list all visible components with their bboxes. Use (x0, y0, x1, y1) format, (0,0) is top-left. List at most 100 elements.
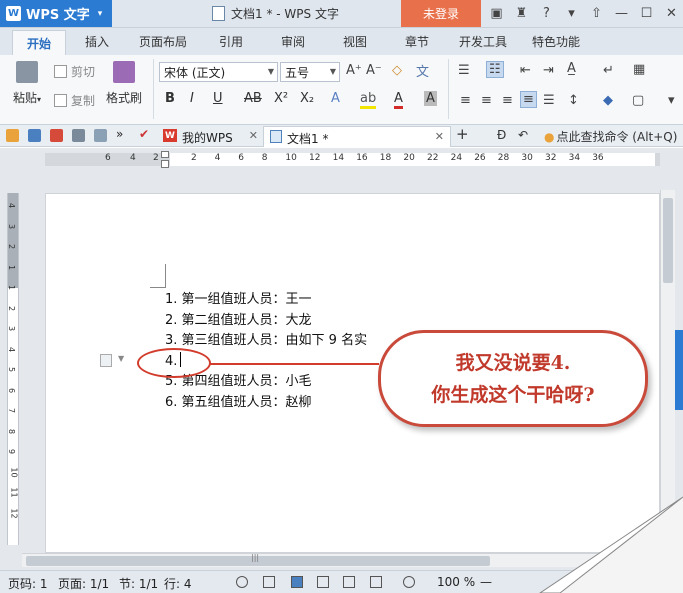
export-pdf-icon[interactable] (50, 129, 63, 142)
text-effect-icon[interactable]: A (331, 91, 340, 106)
indent-marker[interactable] (161, 160, 169, 168)
close-tab-icon[interactable]: ✕ (435, 130, 444, 143)
scroll-thumb[interactable] (663, 198, 673, 283)
underline-icon[interactable]: U (213, 91, 223, 106)
highlight-icon[interactable]: ab (360, 91, 377, 109)
status-section[interactable]: 节: 1/1 (119, 575, 158, 592)
shirt-icon[interactable]: ♜ (509, 6, 534, 21)
vertical-ruler[interactable]: 4 3 2 1 1 2 3 4 5 6 7 8 9 10 11 12 (7, 193, 19, 545)
login-button[interactable]: 未登录 (401, 0, 481, 27)
tab-my-wps[interactable]: W 我的WPS ✕ (157, 126, 264, 147)
web-view-icon[interactable] (343, 576, 355, 588)
horizontal-ruler[interactable]: 6 4 2 2 4 6 8 10 12 14 16 18 20 22 24 26 28 30 32 34 36 (45, 153, 660, 166)
cut-button[interactable]: 剪切 (54, 63, 95, 80)
maximize-icon[interactable]: ☐ (634, 6, 659, 21)
tab-document[interactable]: 文档1 * ✕ (263, 126, 451, 147)
grow-font-icon[interactable]: A⁺ (346, 63, 362, 78)
increase-indent-icon[interactable]: ⇥ (543, 63, 554, 78)
tab-insert[interactable]: 插入 (85, 33, 109, 50)
superscript-icon[interactable]: X² (274, 91, 288, 106)
list-item[interactable]: 2. 第二组值班人员：大龙 (165, 311, 367, 332)
status-row[interactable]: 行: 4 (164, 575, 192, 592)
list-item[interactable]: 3. 第三组值班人员：由如下 9 名实 (165, 331, 367, 352)
open-folder-icon[interactable] (6, 129, 19, 142)
paste-button[interactable]: 粘贴▾ (10, 61, 44, 106)
tab-references[interactable]: 引用 (219, 33, 243, 50)
close-icon[interactable]: ✕ (659, 6, 683, 21)
paragraph-icon[interactable]: ↵ (603, 63, 614, 78)
font-name-select[interactable]: 宋体 (正文) ▼ (159, 62, 278, 82)
font-size-select[interactable]: 五号 ▼ (280, 62, 340, 82)
numbered-list-icon[interactable]: ☷ (486, 61, 504, 78)
italic-icon[interactable]: I (190, 91, 194, 106)
print-preview-icon[interactable] (94, 129, 107, 142)
align-left-icon[interactable]: ≡ (460, 93, 471, 108)
skin-icon[interactable]: ▣ (484, 6, 509, 21)
list-item[interactable]: 6. 第五组值班人员：赵柳 (165, 393, 367, 414)
borders-icon[interactable]: ▢ (632, 93, 644, 108)
status-page-number[interactable]: 页码: 1 (8, 575, 48, 592)
paragraph-layout-icon[interactable] (100, 354, 112, 367)
tab-page-layout[interactable]: 页面布局 (139, 33, 187, 50)
eye-protect-icon[interactable] (403, 576, 415, 588)
side-panel-tab[interactable] (675, 330, 683, 410)
copy-button[interactable]: 复制 (54, 92, 95, 109)
chevron-down-icon[interactable]: ▼ (118, 354, 124, 363)
pin-icon[interactable]: ✔ (139, 127, 149, 141)
outline-view-icon[interactable] (317, 576, 329, 588)
vertical-scrollbar[interactable] (660, 190, 675, 550)
collab-icon[interactable]: Ð (497, 128, 506, 142)
print-icon[interactable] (72, 129, 85, 142)
align-right-icon[interactable]: ≡ (502, 93, 513, 108)
minimize-icon[interactable]: — (609, 6, 634, 21)
char-shading-icon[interactable]: A (424, 91, 437, 106)
more-tools-icon[interactable]: » (116, 127, 123, 141)
zoom-level[interactable]: 100 % (437, 575, 475, 589)
phonetic-icon[interactable]: 文 (416, 61, 429, 80)
bullet-list-icon[interactable]: ☰ (458, 63, 470, 78)
ruler-tick-label: 14 (332, 153, 345, 163)
clock-icon[interactable] (236, 576, 248, 588)
clear-format-icon[interactable]: ◇ (392, 63, 402, 78)
decrease-indent-icon[interactable]: ⇤ (520, 63, 531, 78)
close-tab-icon[interactable]: ✕ (249, 129, 258, 142)
table-icon[interactable]: ▦ (633, 62, 645, 77)
indent-marker[interactable] (161, 151, 169, 158)
tab-review[interactable]: 审阅 (281, 33, 305, 50)
tab-view[interactable]: 视图 (343, 33, 367, 50)
justify-icon[interactable]: ≡ (520, 91, 537, 108)
align-center-icon[interactable]: ≡ (481, 93, 492, 108)
help-icon[interactable]: ? (534, 6, 559, 21)
font-color-icon[interactable]: A (394, 91, 403, 109)
status-page[interactable]: 页面: 1/1 (58, 575, 109, 592)
case-icon[interactable]: A̲ (567, 61, 576, 76)
list-item[interactable]: 1. 第一组值班人员：王一 (165, 290, 367, 311)
strikethrough-icon[interactable]: AB (244, 91, 262, 106)
zoom-out-icon[interactable]: — (480, 575, 492, 589)
more-icon[interactable]: ▾ (668, 93, 675, 108)
page-view-icon[interactable] (291, 576, 303, 588)
new-tab-icon[interactable]: + (456, 125, 469, 143)
list-item[interactable]: 5. 第四组值班人员：小毛 (165, 372, 367, 393)
scroll-thumb[interactable]: ||| (26, 553, 490, 566)
tab-section[interactable]: 章节 (405, 33, 429, 50)
horizontal-scrollbar[interactable]: ||| (22, 553, 660, 567)
shading-icon[interactable]: ◆ (603, 93, 613, 108)
format-painter-button[interactable]: 格式刷 (104, 61, 144, 106)
bold-icon[interactable]: B (165, 91, 175, 106)
tab-features[interactable]: 特色功能 (532, 33, 580, 50)
line-spacing-icon[interactable]: ↕ (568, 93, 579, 108)
subscript-icon[interactable]: X₂ (300, 91, 314, 106)
fullscreen-icon[interactable] (263, 576, 275, 588)
more-icon[interactable]: ▾ (559, 6, 584, 21)
tab-home[interactable]: 开始 (12, 30, 67, 55)
read-view-icon[interactable] (370, 576, 382, 588)
restore-ribbon-icon[interactable]: ⇧ (584, 6, 609, 21)
tab-developer[interactable]: 开发工具 (459, 33, 507, 50)
shrink-font-icon[interactable]: A⁻ (366, 63, 382, 78)
distribute-icon[interactable]: ☰ (543, 93, 555, 108)
app-menu-button[interactable]: W WPS 文字 ▾ (0, 0, 112, 27)
share-icon[interactable]: ↶ (518, 128, 528, 142)
command-search[interactable]: ● 点此查找命令 (Alt+Q) (544, 128, 677, 145)
save-icon[interactable] (28, 129, 41, 142)
